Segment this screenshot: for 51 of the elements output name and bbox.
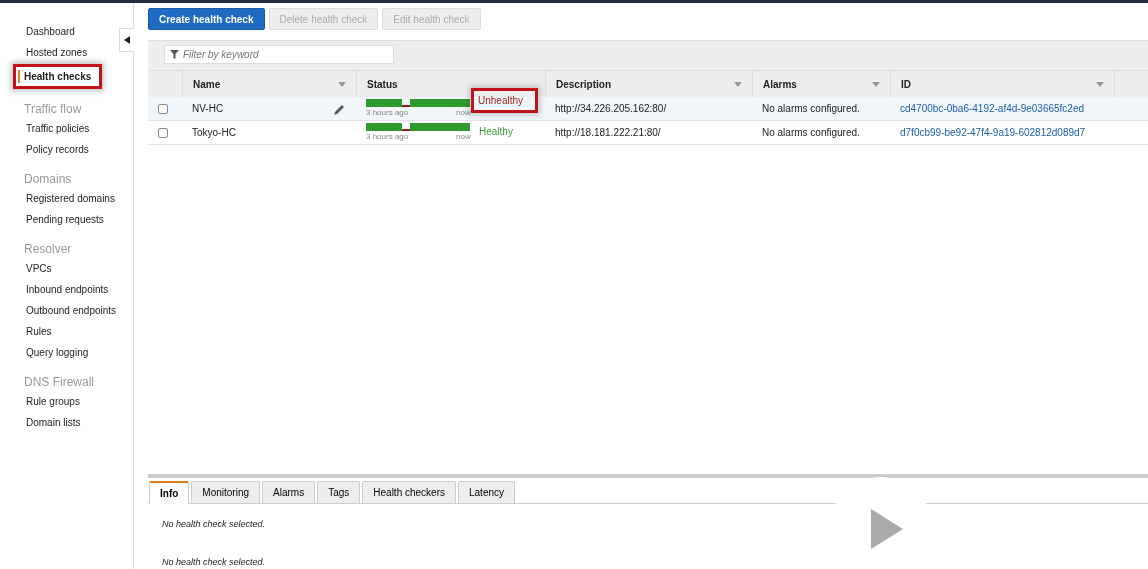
sidebar-item[interactable]: Rules: [20, 325, 52, 338]
pencil-icon[interactable]: [334, 102, 346, 115]
status-label: Unhealthy: [478, 95, 524, 106]
time-label: now: [456, 108, 471, 117]
sidebar-heading: Traffic flow: [24, 102, 83, 116]
sidebar-item[interactable]: Policy records: [20, 143, 89, 156]
sidebar-item[interactable]: Inbound endpoints: [20, 283, 109, 296]
caret-icon: [124, 36, 130, 44]
sidebar-item[interactable]: Dashboard: [20, 25, 75, 38]
id-link[interactable]: cd4700bc-0ba6-4192-af4d-9e03665fc2ed: [900, 103, 1085, 114]
sidebar-item[interactable]: Traffic policies: [20, 122, 90, 135]
time-label: now: [456, 132, 471, 141]
table-cell: http://34.226.205.162:80/: [555, 103, 667, 114]
sidebar-item[interactable]: Health checks: [18, 70, 92, 83]
empty-message: No health check selected.: [162, 557, 267, 567]
sort-caret-icon: [338, 81, 346, 87]
details-tab[interactable]: Monitoring: [191, 481, 261, 503]
table-cell: NV-HC: [192, 103, 224, 114]
sidebar-item[interactable]: Pending requests: [20, 213, 104, 226]
details-tab[interactable]: Info: [149, 481, 190, 504]
table-cell: Tokyo-HC: [192, 127, 236, 138]
sort-caret-icon: [872, 81, 880, 87]
empty-message: No health check selected.: [162, 519, 267, 529]
sidebar-item[interactable]: Outbound endpoints: [20, 304, 117, 317]
sort-caret-icon: [1096, 81, 1104, 87]
sidebar-heading: Resolver: [24, 242, 73, 256]
details-tab[interactable]: Latency: [458, 481, 515, 503]
time-label: 3 hours ago: [366, 108, 409, 117]
details-tab[interactable]: Health checkers: [362, 481, 456, 503]
sidebar-item[interactable]: Registered domains: [20, 192, 115, 205]
collapse-button[interactable]: [119, 28, 134, 52]
table-cell: No alarms configured.: [762, 103, 860, 114]
details-tab[interactable]: Alarms: [262, 481, 316, 503]
sidebar-item[interactable]: Hosted zones: [20, 46, 88, 59]
sidebar-heading: DNS Firewall: [24, 375, 95, 389]
table-cell: No alarms configured.: [762, 127, 860, 138]
sidebar-item[interactable]: VPCs: [20, 262, 52, 275]
sort-caret-icon: [734, 81, 742, 87]
time-label: 3 hours ago: [366, 132, 409, 141]
sidebar-item[interactable]: Query logging: [20, 346, 89, 359]
sidebar-heading: Domains: [24, 172, 73, 186]
row-checkbox[interactable]: [158, 127, 168, 138]
toolbar-button[interactable]: Create health check: [148, 8, 265, 30]
filter-field[interactable]: Filter by keyword: [164, 45, 394, 64]
status-label: Healthy: [479, 126, 513, 137]
id-link[interactable]: d7f0cb99-be92-47f4-9a19-602812d089d7: [900, 127, 1086, 138]
sidebar-item[interactable]: Rule groups: [20, 395, 80, 408]
details-tab[interactable]: Tags: [317, 481, 361, 503]
row-checkbox[interactable]: [158, 103, 168, 114]
sidebar-item[interactable]: Domain lists: [20, 416, 81, 429]
table-cell: http://18.181.222.21:80/: [555, 127, 661, 138]
